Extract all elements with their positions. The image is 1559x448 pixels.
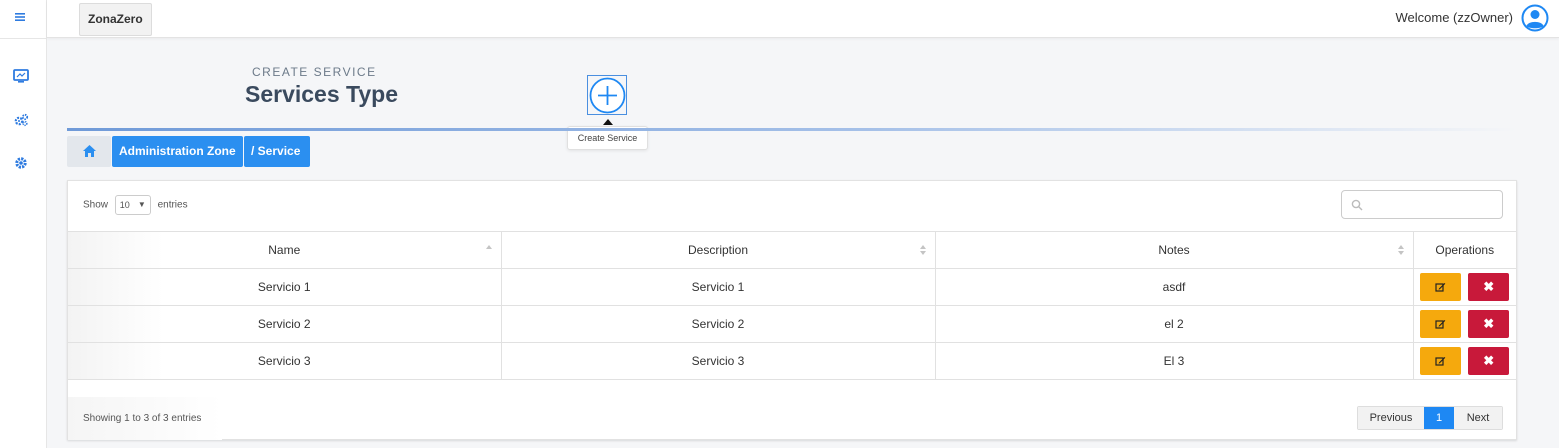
- length-label-entries: entries: [157, 199, 188, 211]
- cell-operations: ✖: [1412, 268, 1516, 306]
- entries-select[interactable]: 10 ▼: [114, 195, 151, 215]
- cell-name: Servicio 1: [68, 268, 502, 306]
- column-header-label: Operations: [1435, 243, 1495, 257]
- search-box[interactable]: [1341, 190, 1503, 219]
- length-label-show: Show: [83, 199, 109, 211]
- edit-icon: [1435, 319, 1446, 329]
- table-header-row: Name Description Notes Operations: [68, 231, 1516, 269]
- edit-button[interactable]: [1420, 347, 1462, 375]
- plus-circle-icon: [589, 77, 626, 114]
- next-page-button[interactable]: Next: [1454, 407, 1502, 429]
- search-input[interactable]: [1368, 194, 1498, 215]
- edit-button[interactable]: [1420, 273, 1462, 301]
- page-1-button[interactable]: 1: [1424, 407, 1454, 429]
- cell-name: Servicio 3: [68, 342, 502, 380]
- cell-notes: el 2: [934, 305, 1414, 343]
- table-row: Servicio 3 Servicio 3 El 3 ✖: [68, 342, 1516, 380]
- services-table-card: Show 10 ▼ entries Name Description Notes …: [67, 180, 1517, 440]
- sort-icon: [919, 245, 927, 256]
- column-header-label: Name: [268, 243, 301, 257]
- edit-icon: [1435, 356, 1446, 366]
- cell-operations: ✖: [1412, 342, 1516, 380]
- cell-description: Servicio 1: [500, 268, 936, 306]
- table-info: Showing 1 to 3 of 3 entries: [68, 397, 222, 440]
- edit-icon: [1435, 282, 1446, 292]
- sidebar: [0, 0, 47, 448]
- breadcrumb-service[interactable]: / Service: [244, 136, 310, 167]
- cell-name: Servicio 2: [68, 305, 502, 343]
- tooltip-arrow: [603, 119, 613, 125]
- column-header-notes[interactable]: Notes: [934, 231, 1414, 269]
- create-service-button[interactable]: [587, 75, 627, 115]
- sidebar-divider: [0, 38, 47, 39]
- column-header-label: Notes: [1158, 243, 1190, 257]
- delete-button[interactable]: ✖: [1468, 273, 1510, 301]
- home-icon: [83, 145, 96, 157]
- delete-button[interactable]: ✖: [1468, 310, 1510, 338]
- column-header-name[interactable]: Name: [68, 231, 502, 269]
- cell-operations: ✖: [1412, 305, 1516, 343]
- page-title: Services Type: [245, 81, 399, 107]
- cell-notes: El 3: [934, 342, 1414, 380]
- breadcrumb-home[interactable]: [67, 136, 111, 167]
- monitor-icon[interactable]: [12, 67, 30, 85]
- column-header-description[interactable]: Description: [500, 231, 936, 269]
- delete-button[interactable]: ✖: [1468, 347, 1510, 375]
- table-row: Servicio 1 Servicio 1 asdf ✖: [68, 268, 1516, 306]
- edit-button[interactable]: [1420, 310, 1462, 338]
- cell-description: Servicio 3: [500, 342, 936, 380]
- page-subtitle: CREATE SERVICE: [252, 65, 377, 79]
- top-bar: ZonaZero Welcome (zzOwner): [47, 0, 1559, 38]
- previous-page-button[interactable]: Previous: [1358, 407, 1424, 429]
- column-header-label: Description: [687, 243, 749, 257]
- brand-button[interactable]: ZonaZero: [79, 3, 152, 36]
- dropdown-arrow-icon: ▼: [137, 200, 146, 209]
- close-icon: ✖: [1483, 279, 1495, 294]
- close-icon: ✖: [1483, 353, 1495, 368]
- table-row: Servicio 2 Servicio 2 el 2 ✖: [68, 305, 1516, 343]
- gears-icon[interactable]: [12, 111, 30, 129]
- cell-notes: asdf: [934, 268, 1414, 306]
- welcome-text: Welcome (zzOwner): [1395, 10, 1513, 25]
- entries-length-control: Show 10 ▼ entries: [83, 195, 188, 215]
- sort-asc-icon: [485, 245, 493, 256]
- search-icon: [1351, 199, 1363, 211]
- close-icon: ✖: [1483, 316, 1495, 331]
- cog-icon[interactable]: [12, 154, 30, 172]
- user-avatar-icon[interactable]: [1521, 4, 1549, 32]
- services-table: Name Description Notes Operations Servic…: [68, 231, 1516, 380]
- menu-icon[interactable]: [11, 10, 29, 28]
- breadcrumb-administration-zone[interactable]: Administration Zone: [112, 136, 243, 167]
- header-divider: [67, 128, 1517, 131]
- sort-icon: [1397, 245, 1405, 256]
- pagination: Previous 1 Next: [1357, 406, 1503, 430]
- entries-select-value: 10: [119, 200, 130, 210]
- cell-description: Servicio 2: [500, 305, 936, 343]
- column-header-operations: Operations: [1412, 231, 1516, 269]
